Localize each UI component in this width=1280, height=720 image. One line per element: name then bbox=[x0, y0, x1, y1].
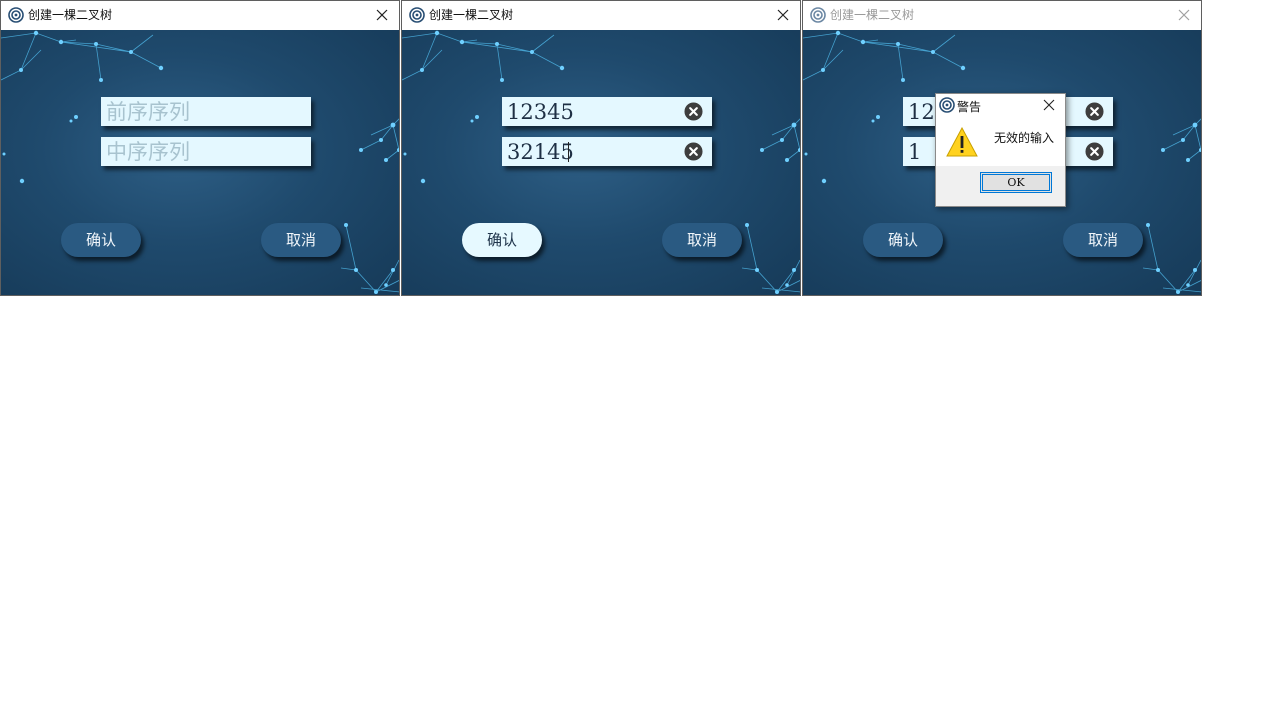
cancel-button[interactable]: 取消 bbox=[662, 223, 742, 257]
dialog-title-bar: 警告 bbox=[936, 94, 1065, 116]
confirm-button[interactable]: 确认 bbox=[462, 223, 542, 257]
confirm-button[interactable]: 确认 bbox=[61, 223, 141, 257]
cancel-button[interactable]: 取消 bbox=[1063, 223, 1143, 257]
preorder-field[interactable] bbox=[101, 97, 311, 126]
clear-input-icon[interactable] bbox=[684, 142, 703, 161]
clear-input-icon[interactable] bbox=[684, 102, 703, 121]
clear-input-icon[interactable] bbox=[1085, 142, 1104, 161]
window-title: 创建一棵二叉树 bbox=[830, 8, 915, 22]
target-swirl-icon bbox=[409, 7, 425, 23]
ok-button[interactable]: OK bbox=[980, 172, 1052, 193]
dialog-title: 警告 bbox=[957, 100, 982, 114]
inorder-field[interactable] bbox=[101, 137, 311, 166]
target-swirl-icon bbox=[8, 7, 24, 23]
dialog-body: 无效的输入 bbox=[936, 116, 1065, 166]
title-bar: 创建一棵二叉树 bbox=[402, 1, 800, 30]
preorder-input[interactable] bbox=[101, 97, 311, 126]
close-icon[interactable] bbox=[1173, 5, 1195, 25]
target-swirl-icon bbox=[939, 97, 955, 113]
text-caret bbox=[568, 142, 569, 162]
window-title: 创建一棵二叉树 bbox=[28, 8, 113, 22]
clear-input-icon[interactable] bbox=[1085, 102, 1104, 121]
form-area: 确认 取消 警告 无效的输入 bbox=[803, 30, 1201, 295]
close-icon[interactable] bbox=[371, 5, 393, 25]
create-tree-window-filled: 创建一棵二叉树 12345 32145 确认 取消 bbox=[401, 0, 801, 296]
form-area: 确认 取消 bbox=[1, 30, 399, 295]
inorder-input[interactable] bbox=[101, 137, 311, 166]
inorder-input[interactable] bbox=[502, 137, 712, 166]
inorder-field[interactable] bbox=[502, 137, 712, 166]
cancel-button[interactable]: 取消 bbox=[261, 223, 341, 257]
create-tree-window-empty: 创建一棵二叉树 前序序列 中序序列 确认 取消 bbox=[0, 0, 400, 296]
confirm-button[interactable]: 确认 bbox=[863, 223, 943, 257]
title-bar: 创建一棵二叉树 bbox=[1, 1, 399, 30]
target-swirl-icon bbox=[810, 7, 826, 23]
close-icon[interactable] bbox=[1041, 97, 1057, 113]
title-bar: 创建一棵二叉树 bbox=[803, 1, 1201, 30]
form-area: 确认 取消 bbox=[402, 30, 800, 295]
close-icon[interactable] bbox=[772, 5, 794, 25]
warning-dialog: 警告 无效的输入 OK bbox=[935, 93, 1066, 207]
preorder-input[interactable] bbox=[502, 97, 712, 126]
window-title: 创建一棵二叉树 bbox=[429, 8, 514, 22]
warning-triangle-icon bbox=[946, 127, 978, 157]
dialog-message: 无效的输入 bbox=[994, 131, 1055, 145]
preorder-field[interactable] bbox=[502, 97, 712, 126]
create-tree-window-error: 创建一棵二叉树 12 1 确认 取消 警告 无效的输入 OK bbox=[802, 0, 1202, 296]
